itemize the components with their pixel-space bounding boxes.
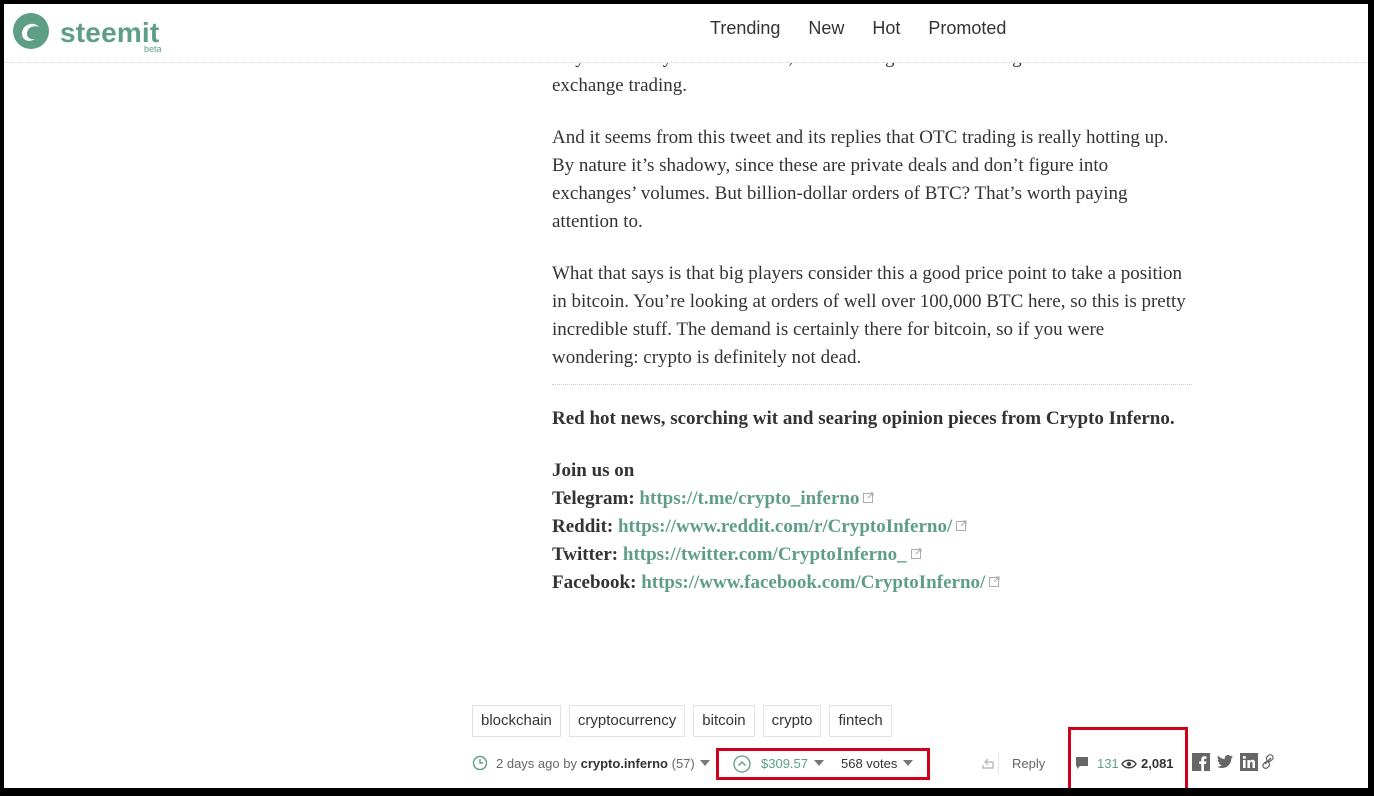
- page-frame: steemit beta Trending New Hot Promoted m…: [4, 4, 1368, 788]
- steemit-logo-icon: [13, 13, 49, 49]
- reddit-link[interactable]: https://www.reddit.com/r/CryptoInferno/: [618, 516, 952, 537]
- main-nav: Trending New Hot Promoted: [710, 17, 1034, 39]
- time-ago[interactable]: 2 days ago: [496, 756, 560, 771]
- facebook-icon[interactable]: [1192, 753, 1210, 771]
- social-links: Join us on Telegram: https://t.me/crypto…: [552, 457, 1192, 597]
- steemit-logo[interactable]: steemit beta: [12, 12, 172, 56]
- social-link-row: Telegram: https://t.me/crypto_inferno: [552, 485, 1192, 513]
- reshare-icon[interactable]: [980, 756, 996, 772]
- article-paragraph: What that says is that big players consi…: [552, 263, 1186, 368]
- twitter-link[interactable]: https://twitter.com/CryptoInferno_: [623, 544, 907, 565]
- eye-icon: [1121, 759, 1137, 769]
- promo-text: Red hot news, scorching wit and searing …: [552, 408, 1175, 429]
- social-label: Facebook:: [552, 572, 637, 593]
- nav-hot[interactable]: Hot: [872, 17, 900, 39]
- external-link-icon: [910, 548, 922, 559]
- upvote-icon[interactable]: [733, 755, 751, 773]
- author-reputation: (57): [671, 756, 695, 771]
- vote-count[interactable]: 568 votes: [841, 756, 913, 771]
- payout-value[interactable]: $309.57: [761, 756, 824, 771]
- author-name[interactable]: crypto.inferno: [581, 756, 668, 771]
- view-count: 2,081: [1141, 756, 1174, 771]
- votes-caret-icon: [903, 760, 913, 766]
- comment-count[interactable]: 131: [1097, 756, 1119, 771]
- tag-crypto[interactable]: crypto: [762, 705, 822, 737]
- social-link-row: Facebook: https://www.facebook.com/Crypt…: [552, 569, 1192, 597]
- logo-beta: beta: [144, 44, 162, 54]
- article-paragraph: And it seems from this tweet and its rep…: [552, 127, 1169, 232]
- payout-amount: $309.57: [761, 756, 808, 771]
- tag-list: blockchain cryptocurrency bitcoin crypto…: [472, 705, 892, 737]
- comment-icon[interactable]: [1075, 756, 1089, 770]
- by-label: by: [563, 756, 577, 771]
- article-body: maybe a lot. By some accounts, OTC tradi…: [552, 44, 1192, 597]
- linkedin-icon[interactable]: [1240, 753, 1258, 771]
- nav-trending[interactable]: Trending: [710, 17, 780, 39]
- tag-fintech[interactable]: fintech: [829, 705, 892, 737]
- external-link-icon: [989, 576, 1000, 587]
- tag-cryptocurrency[interactable]: cryptocurrency: [568, 705, 686, 737]
- twitter-icon[interactable]: [1216, 753, 1234, 771]
- tag-blockchain[interactable]: blockchain: [472, 705, 561, 737]
- divider: [998, 752, 999, 774]
- vote-count-label: 568 votes: [841, 756, 898, 771]
- social-label: Telegram:: [552, 488, 635, 509]
- social-label: Twitter:: [552, 544, 619, 565]
- vote-highlight-box: $309.57 568 votes: [716, 748, 930, 780]
- stats-highlight-box: 131 2,081: [1068, 727, 1188, 788]
- payout-caret-icon: [813, 760, 824, 766]
- author-menu-caret-icon[interactable]: [700, 760, 711, 766]
- nav-new[interactable]: New: [808, 17, 844, 39]
- telegram-link[interactable]: https://t.me/crypto_inferno: [639, 488, 859, 509]
- post-timestamp: 2 days ago by crypto.inferno (57): [496, 756, 711, 771]
- tag-bitcoin[interactable]: bitcoin: [693, 705, 755, 737]
- social-link-row: Twitter: https://twitter.com/CryptoInfer…: [552, 541, 1192, 569]
- facebook-link[interactable]: https://www.facebook.com/CryptoInferno/: [641, 572, 985, 593]
- post-footer: 2 days ago by crypto.inferno (57) $309.5…: [4, 727, 1368, 788]
- external-link-icon: [956, 520, 967, 531]
- divider: [552, 384, 1192, 385]
- social-label: Reddit:: [552, 516, 614, 537]
- join-label: Join us on: [552, 460, 635, 481]
- top-header: steemit beta Trending New Hot Promoted: [4, 4, 1368, 63]
- external-link-icon: [863, 492, 874, 503]
- clock-icon: [472, 755, 488, 771]
- link-icon[interactable]: [1262, 753, 1274, 771]
- reply-link[interactable]: Reply: [1012, 756, 1045, 771]
- nav-promoted[interactable]: Promoted: [928, 17, 1006, 39]
- social-link-row: Reddit: https://www.reddit.com/r/CryptoI…: [552, 513, 1192, 541]
